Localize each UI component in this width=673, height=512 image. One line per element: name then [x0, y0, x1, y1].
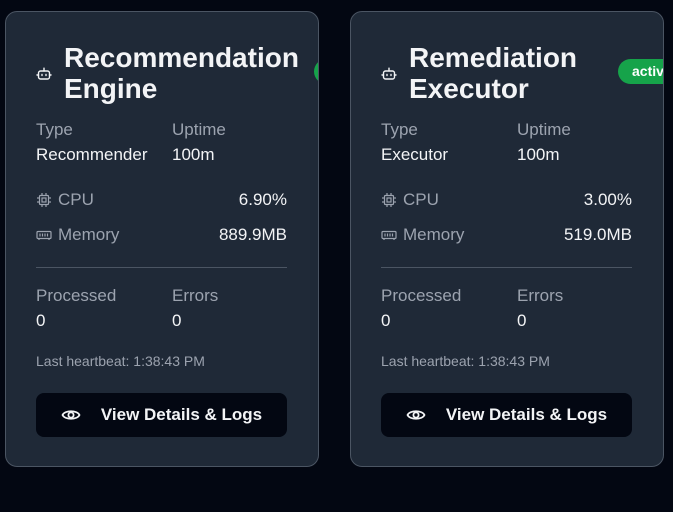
card-header: Recommendation Engine active — [36, 42, 318, 106]
agent-title-line1: Remediation — [409, 42, 578, 73]
memory-label: Memory — [403, 225, 465, 244]
type-field: Type Recommender — [36, 120, 148, 165]
bot-icon — [36, 67, 52, 80]
processed-value: 0 — [381, 311, 391, 330]
processed-label: Processed — [36, 286, 117, 305]
cpu-value: 6.90% — [238, 190, 287, 209]
errors-label: Errors — [517, 286, 564, 305]
uptime-value: 100m — [172, 145, 215, 164]
memory-metric: Memory 889.9MB — [36, 224, 287, 246]
cpu-metric: CPU 6.90% — [36, 189, 287, 211]
agent-title-line2: Engine — [64, 73, 158, 104]
cpu-label: CPU — [403, 190, 439, 209]
memory-value: 519.0MB — [563, 225, 632, 244]
processed-label: Processed — [381, 286, 462, 305]
uptime-label: Uptime — [517, 120, 571, 139]
agent-title: Remediation Executor — [409, 42, 577, 104]
status-badge: active — [618, 59, 663, 84]
cpu-icon — [382, 193, 396, 207]
uptime-label: Uptime — [172, 120, 226, 139]
type-value: Executor — [381, 145, 449, 164]
last-heartbeat: Last heartbeat: 1:38:43 PM — [381, 353, 550, 369]
memory-icon — [381, 230, 397, 240]
cpu-icon — [37, 193, 51, 207]
cpu-metric: CPU 3.00% — [381, 189, 632, 211]
errors-label: Errors — [172, 286, 219, 305]
errors-value: 0 — [172, 311, 182, 330]
last-heartbeat: Last heartbeat: 1:38:43 PM — [36, 353, 205, 369]
view-details-button[interactable]: View Details & Logs — [36, 393, 287, 437]
cpu-value: 3.00% — [583, 190, 632, 209]
agent-card: Remediation Executor active Type Executo… — [350, 11, 664, 467]
agent-card: Recommendation Engine active Type Recomm… — [5, 11, 319, 467]
errors-value: 0 — [517, 311, 527, 330]
uptime-value: 100m — [517, 145, 560, 164]
errors-field: Errors 0 — [172, 286, 218, 331]
cpu-label: CPU — [58, 190, 94, 209]
eye-icon — [406, 410, 426, 420]
processed-field: Processed 0 — [381, 286, 461, 331]
type-value: Recommender — [36, 145, 148, 164]
agent-title: Recommendation Engine — [64, 42, 299, 104]
memory-value: 889.9MB — [218, 225, 287, 244]
status-badge: active — [314, 59, 318, 84]
errors-field: Errors 0 — [517, 286, 563, 331]
eye-icon — [61, 410, 81, 420]
processed-field: Processed 0 — [36, 286, 116, 331]
memory-metric: Memory 519.0MB — [381, 224, 632, 246]
type-label: Type — [381, 120, 418, 139]
divider — [36, 267, 287, 268]
view-details-button[interactable]: View Details & Logs — [381, 393, 632, 437]
type-label: Type — [36, 120, 73, 139]
view-details-label: View Details & Logs — [100, 405, 263, 424]
type-field: Type Executor — [381, 120, 448, 165]
view-details-label: View Details & Logs — [445, 405, 608, 424]
uptime-field: Uptime 100m — [172, 120, 226, 165]
memory-label: Memory — [58, 225, 120, 244]
agent-title-line1: Recommendation — [64, 42, 299, 73]
agent-grid: Recommendation Engine active Type Recomm… — [0, 0, 673, 512]
memory-icon — [36, 230, 52, 240]
bot-icon — [381, 67, 397, 80]
agent-title-line2: Executor — [409, 73, 529, 104]
card-header: Remediation Executor active — [381, 42, 663, 106]
processed-value: 0 — [36, 311, 46, 330]
divider — [381, 267, 632, 268]
uptime-field: Uptime 100m — [517, 120, 571, 165]
